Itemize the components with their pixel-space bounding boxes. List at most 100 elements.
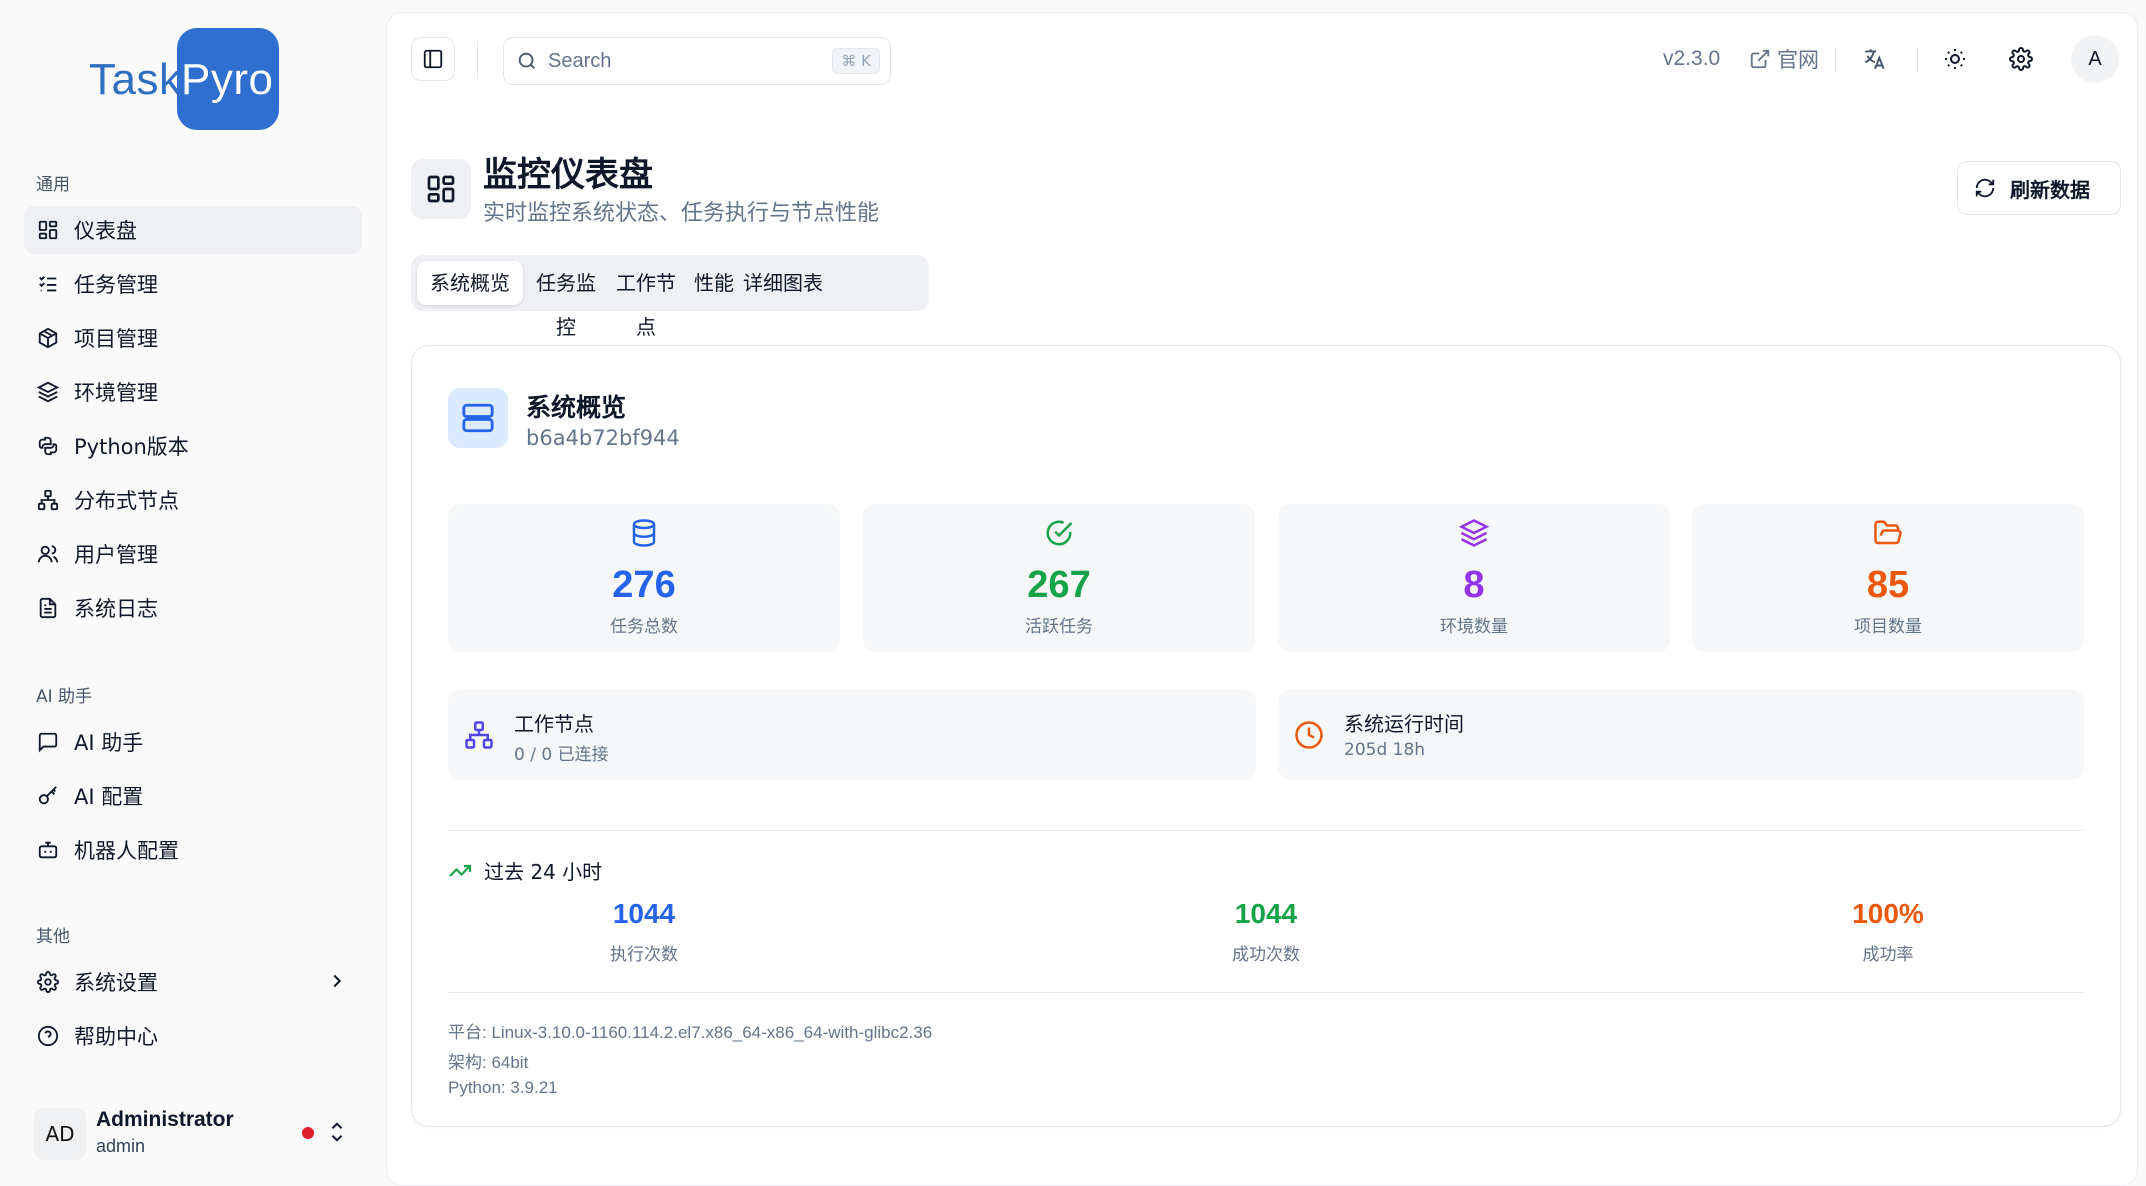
official-site-link[interactable]: 官网 [1749, 43, 1819, 75]
stat-label: 成功次数 [1232, 945, 1300, 965]
translate-icon [1862, 46, 1888, 72]
account-avatar[interactable]: A [2071, 35, 2119, 83]
stat-projects: 85 项目数量 [1692, 504, 2084, 652]
sidebar-item-ai-assistant[interactable]: AI 助手 [24, 718, 362, 766]
python-icon [36, 434, 60, 458]
sidebar: Task Pyro 通用 仪表盘 任务管理 项目管理 环境管理 Python版本… [0, 0, 382, 1186]
stat-value: 267 [1027, 564, 1091, 606]
server-icon-box [448, 388, 508, 448]
search-input[interactable]: Search ⌘ K [503, 37, 891, 85]
sidebar-item-label: 分布式节点 [74, 489, 179, 513]
trending-up-icon [448, 859, 472, 883]
avatar: AD [34, 1108, 86, 1160]
uptime-title: 系统运行时间 [1344, 712, 1464, 736]
sidebar-item-label: 项目管理 [74, 327, 158, 351]
sidebar-item-label: 环境管理 [74, 381, 158, 405]
stat-label: 执行次数 [610, 945, 678, 965]
sidebar-item-environments[interactable]: 环境管理 [24, 368, 362, 416]
sidebar-item-tasks[interactable]: 任务管理 [24, 260, 362, 308]
sidebar-item-label: 系统日志 [74, 597, 158, 621]
stat-value: 1044 [1234, 898, 1298, 929]
search-placeholder: Search [548, 50, 612, 72]
divider [1835, 47, 1836, 73]
python-info: Python: 3.9.21 [448, 1078, 558, 1097]
sidebar-toggle-button[interactable] [411, 37, 455, 81]
sidebar-item-ai-config[interactable]: AI 配置 [24, 772, 362, 820]
clock-icon [1294, 720, 1324, 750]
stat-label: 任务总数 [610, 617, 678, 637]
refresh-label: 刷新数据 [2010, 177, 2090, 202]
past-24h-title: 过去 24 小时 [448, 856, 602, 885]
user-role: admin [96, 1136, 146, 1156]
platform-info: 平台: Linux-3.10.0-1160.114.2.el7.x86_64-x… [448, 1023, 933, 1042]
stat-value: 1044 [612, 898, 676, 929]
external-link-icon [1749, 48, 1771, 70]
stat-success-rate: 100% 成功率 [1738, 898, 2038, 965]
users-icon [36, 542, 60, 566]
sidebar-item-label: Python版本 [74, 435, 189, 459]
tab-workers[interactable]: 工作节点 [607, 261, 685, 339]
network-icon [36, 488, 60, 512]
page-icon [411, 159, 471, 219]
section-title-general: 通用 [36, 175, 70, 195]
sidebar-item-bot-config[interactable]: 机器人配置 [24, 826, 362, 874]
divider [448, 992, 2084, 993]
sidebar-item-users[interactable]: 用户管理 [24, 530, 362, 578]
sidebar-item-label: 机器人配置 [74, 839, 179, 863]
main-panel: Search ⌘ K v2.3.0 官网 A 监控仪表盘 实时监控系统状态、任务… [386, 12, 2138, 1186]
workers-info: 工作节点 0 / 0 已连接 [448, 690, 1256, 780]
stat-value: 100% [1852, 898, 1924, 929]
sidebar-item-logs[interactable]: 系统日志 [24, 584, 362, 632]
database-icon [448, 518, 840, 548]
theme-toggle-button[interactable] [1935, 39, 1975, 79]
sidebar-item-label: 任务管理 [74, 273, 158, 297]
stat-value: 276 [612, 564, 676, 606]
refresh-button[interactable]: 刷新数据 [1957, 161, 2121, 215]
bot-icon [36, 838, 60, 862]
stat-label: 环境数量 [1440, 617, 1508, 637]
language-button[interactable] [1855, 39, 1895, 79]
version-label: v2.3.0 [1663, 47, 1721, 70]
sidebar-item-dashboard[interactable]: 仪表盘 [24, 206, 362, 254]
search-shortcut: ⌘ K [832, 48, 880, 74]
tab-task-monitor[interactable]: 任务监控 [527, 261, 605, 339]
network-icon [464, 720, 494, 750]
check-circle-icon [863, 518, 1255, 548]
settings-button[interactable] [2001, 39, 2041, 79]
divider [1917, 47, 1918, 73]
workers-title: 工作节点 [514, 712, 594, 736]
divider [477, 41, 478, 79]
refresh-icon [1974, 177, 1996, 199]
overview-card: 系统概览 b6a4b72bf944 276 任务总数 267 活跃任务 8 环境… [411, 345, 2121, 1127]
workers-value: 0 / 0 已连接 [514, 745, 609, 765]
user-name: Administrator [96, 1108, 234, 1131]
chevron-right-icon [326, 970, 348, 992]
stat-label: 项目数量 [1854, 617, 1922, 637]
past-24h-label: 过去 24 小时 [484, 860, 603, 884]
sidebar-item-projects[interactable]: 项目管理 [24, 314, 362, 362]
sidebar-item-help[interactable]: 帮助中心 [24, 1012, 362, 1060]
brand-logo[interactable]: Task Pyro [89, 28, 279, 130]
brand-text-task: Task [89, 55, 182, 104]
sidebar-item-python[interactable]: Python版本 [24, 422, 362, 470]
card-title: 系统概览 [526, 393, 627, 422]
uptime-value: 205d 18h [1344, 740, 1426, 760]
sidebar-item-label: AI 助手 [74, 731, 144, 755]
stat-executions: 1044 执行次数 [494, 898, 794, 965]
tab-detail-charts[interactable]: 详细图表 [743, 261, 923, 305]
brand-text-pyro: Pyro [181, 55, 274, 104]
stat-label: 成功率 [1862, 945, 1914, 965]
page-subtitle: 实时监控系统状态、任务执行与节点性能 [483, 201, 880, 226]
sidebar-item-nodes[interactable]: 分布式节点 [24, 476, 362, 524]
tab-label: 详细图表 [743, 271, 823, 295]
tab-overview[interactable]: 系统概览 [417, 261, 523, 305]
page-title: 监控仪表盘 [483, 155, 653, 195]
layers-icon [1278, 518, 1670, 548]
user-menu[interactable]: AD Administrator admin [34, 1100, 354, 1164]
tab-performance[interactable]: 性能 [687, 261, 741, 305]
list-check-icon [36, 272, 60, 296]
stat-value: 8 [1463, 564, 1485, 606]
host-id: b6a4b72bf944 [526, 426, 680, 450]
panel-left-icon [422, 48, 444, 70]
sidebar-item-settings[interactable]: 系统设置 [24, 958, 362, 1006]
